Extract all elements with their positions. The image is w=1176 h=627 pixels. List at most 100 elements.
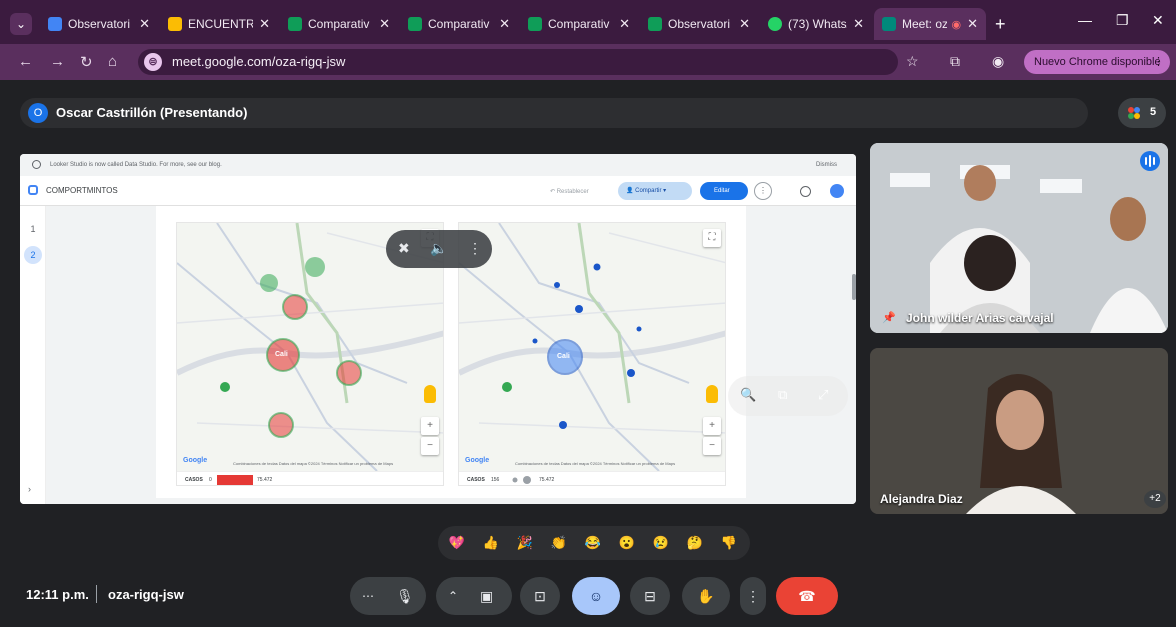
close-icon[interactable]: ✕ <box>853 16 864 32</box>
microphone-icon[interactable]: 🎙 <box>396 577 414 615</box>
window-close-icon[interactable]: ✕ <box>1152 12 1164 29</box>
more-audio-icon[interactable]: ⋯ <box>362 577 374 615</box>
sheets-icon <box>288 17 302 31</box>
close-icon[interactable]: ✕ <box>259 16 270 32</box>
omnibox[interactable]: ⊜ meet.google.com/oza-rigq-jsw <box>138 49 898 75</box>
close-icon[interactable]: ✕ <box>967 16 978 32</box>
raise-hand-button[interactable]: ✋ <box>682 577 730 615</box>
zoom-in-icon[interactable]: + <box>421 417 439 435</box>
zoom-in-icon[interactable]: + <box>703 417 721 435</box>
site-info-icon[interactable]: ⊜ <box>144 53 162 71</box>
participant-count: 5 <box>1150 106 1157 118</box>
reaction-clap[interactable]: 👏 <box>548 532 570 554</box>
meeting-code: oza-rigq-jsw <box>108 587 184 602</box>
emoji-icon: ☺ <box>588 588 604 604</box>
zoom-icon[interactable]: 🔍 <box>740 387 756 403</box>
mute-audio-icon[interactable]: 🔈 <box>430 240 447 257</box>
tab-comparativo-2[interactable]: Comparativ ✕ <box>400 8 518 40</box>
close-icon[interactable]: ✕ <box>139 16 150 32</box>
presenter-avatar: O <box>28 103 48 123</box>
present-screen-button[interactable]: ⊡ <box>520 577 560 615</box>
bubble <box>305 257 325 277</box>
tile-actions: 🔍 ⧉ ⤢ <box>728 376 848 416</box>
reaction-thumbs-up[interactable]: 👍 <box>480 532 502 554</box>
participants-button[interactable]: 5 <box>1118 98 1166 128</box>
reaction-party[interactable]: 🎉 <box>514 532 536 554</box>
edit-button[interactable]: Editar <box>700 182 748 200</box>
extensions-icon[interactable]: ⧉ <box>950 53 960 70</box>
drive-icon <box>168 17 182 31</box>
pip-icon[interactable]: ⧉ <box>778 387 787 403</box>
expand-icon[interactable]: ⤢ <box>818 387 828 403</box>
minimize-icon[interactable]: — <box>1078 12 1092 28</box>
scrollbar-thumb[interactable] <box>852 274 856 300</box>
tab-whatsapp[interactable]: (73) WhatsA ✕ <box>760 8 872 40</box>
reaction-laugh[interactable]: 😂 <box>582 532 604 554</box>
tab-observatorio-2[interactable]: Observatori ✕ <box>640 8 758 40</box>
reaction-sad[interactable]: 😢 <box>650 532 672 554</box>
fullscreen-icon[interactable]: ⛶ <box>703 229 721 247</box>
tab-meet[interactable]: Meet: oz ◉ ✕ <box>874 8 986 40</box>
close-icon[interactable]: ✕ <box>499 16 510 32</box>
new-tab-icon[interactable]: + <box>995 14 1006 35</box>
pin-icon: 📌 <box>882 312 896 324</box>
share-button[interactable]: 👤 Compartir ▾ <box>618 182 692 200</box>
more-options-button[interactable]: ⋮ <box>740 577 766 615</box>
reload-icon[interactable]: ↻ <box>80 53 93 71</box>
pegman-icon[interactable] <box>424 385 436 403</box>
page-2[interactable]: 2 <box>24 246 42 264</box>
dismiss-link[interactable]: Dismiss <box>816 162 837 168</box>
map-legend: CASOS 156 75.472 <box>459 471 725 485</box>
close-icon[interactable]: ✕ <box>739 16 750 32</box>
bubble-map-size[interactable]: Cali ⛶ + − Google Combinaciones de tecla… <box>458 222 726 486</box>
map-canvas <box>459 223 725 471</box>
tab-comparativo-3[interactable]: Comparativ ✕ <box>520 8 638 40</box>
unpin-icon[interactable]: ✖ <box>398 240 410 257</box>
tab-comparativo-1[interactable]: Comparativ ✕ <box>280 8 398 40</box>
zoom-out-icon[interactable]: − <box>703 437 721 455</box>
reaction-thumbs-down[interactable]: 👎 <box>718 532 740 554</box>
camera-control: ⌃ ▣ <box>436 577 512 615</box>
tab-encuentro[interactable]: ENCUENTRO ✕ <box>160 8 278 40</box>
close-icon[interactable]: ✕ <box>619 16 630 32</box>
help-icon[interactable] <box>800 186 811 197</box>
leave-call-button[interactable]: ☎ <box>776 577 838 615</box>
more-options-icon[interactable]: ⋮ <box>468 240 482 257</box>
reset-button[interactable]: ↶ Restablecer <box>550 188 589 195</box>
more-icon[interactable]: ⋮ <box>754 182 772 200</box>
bookmark-star-icon[interactable]: ☆ <box>906 53 919 70</box>
user-avatar[interactable] <box>830 184 844 198</box>
participant-tile[interactable]: Alejandra Diaz +2 <box>870 348 1168 514</box>
hang-up-icon: ☎ <box>798 588 816 604</box>
reaction-surprised[interactable]: 😮 <box>616 532 638 554</box>
camera-icon[interactable]: ▣ <box>480 577 493 615</box>
back-icon[interactable]: ← <box>18 53 33 70</box>
restore-icon[interactable]: ❐ <box>1116 12 1129 29</box>
more-participants-badge[interactable]: +2 <box>1144 490 1166 508</box>
new-chrome-available-button[interactable]: Nuevo Chrome disponible ⋮ <box>1024 50 1170 74</box>
captions-button[interactable]: ⊟ <box>630 577 670 615</box>
legend-color-bar <box>217 475 253 485</box>
report-header: COMPORTMINTOS ↶ Restablecer 👤 Compartir … <box>20 176 856 206</box>
page-1[interactable]: 1 <box>24 220 42 238</box>
looker-icon <box>48 17 62 31</box>
reaction-heart[interactable]: 💖 <box>446 532 468 554</box>
reaction-thinking[interactable]: 🤔 <box>684 532 706 554</box>
reactions-button[interactable]: ☺ <box>572 577 620 615</box>
zoom-out-icon[interactable]: − <box>421 437 439 455</box>
chevron-up-icon[interactable]: ⌃ <box>448 577 458 615</box>
pegman-icon[interactable] <box>706 385 718 403</box>
participant-name: John wilder Arias carvajal <box>906 311 1054 325</box>
tab-observatorio-1[interactable]: Observatori ✕ <box>40 8 158 40</box>
chevron-right-icon[interactable]: › <box>28 484 31 494</box>
profile-avatar[interactable]: ◉ <box>992 53 1004 70</box>
recording-icon: ◉ <box>951 18 962 31</box>
tab-search-icon[interactable]: ⌄ <box>10 13 32 35</box>
report-title: COMPORTMINTOS <box>46 186 118 195</box>
captions-icon: ⊟ <box>644 588 656 604</box>
presenter-bar: O Oscar Castrillón (Presentando) <box>20 98 1088 128</box>
home-icon[interactable]: ⌂ <box>108 53 117 70</box>
participant-tile[interactable]: 📌 John wilder Arias carvajal <box>870 143 1168 333</box>
forward-icon[interactable]: → <box>50 53 65 70</box>
close-icon[interactable]: ✕ <box>379 16 390 32</box>
